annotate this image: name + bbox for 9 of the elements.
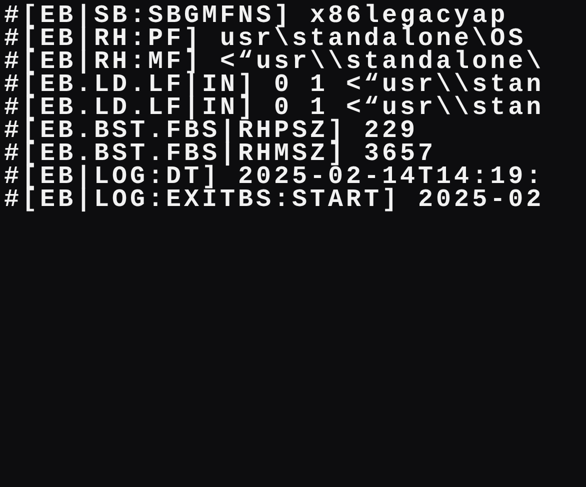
console-line: #[EB|RH:MF] <“usr\\standalone\ [4,50,544,73]
console-line: #[EB|SB:SBGMFNS] x86legacyap [4,4,508,27]
console-line: #[EB.BST.FBS|RHMSZ] 3657 [4,142,436,165]
console-line: #[EB|LOG:DT] 2025-02-14T14:19: [4,165,544,188]
console-line: #[EB.LD.LF|IN] 0 1 <“usr\\stan [4,96,544,119]
console-line: #[EB.BST.FBS|RHPSZ] 229 [4,119,418,142]
console-line: #[EB.LD.LF|IN] 0 1 <“usr\\stan [4,73,544,96]
console-line: #[EB|LOG:EXITBS:START] 2025-02 [4,188,544,211]
console-line: #[EB|RH:PF] usr\standalone\OS [4,27,526,50]
